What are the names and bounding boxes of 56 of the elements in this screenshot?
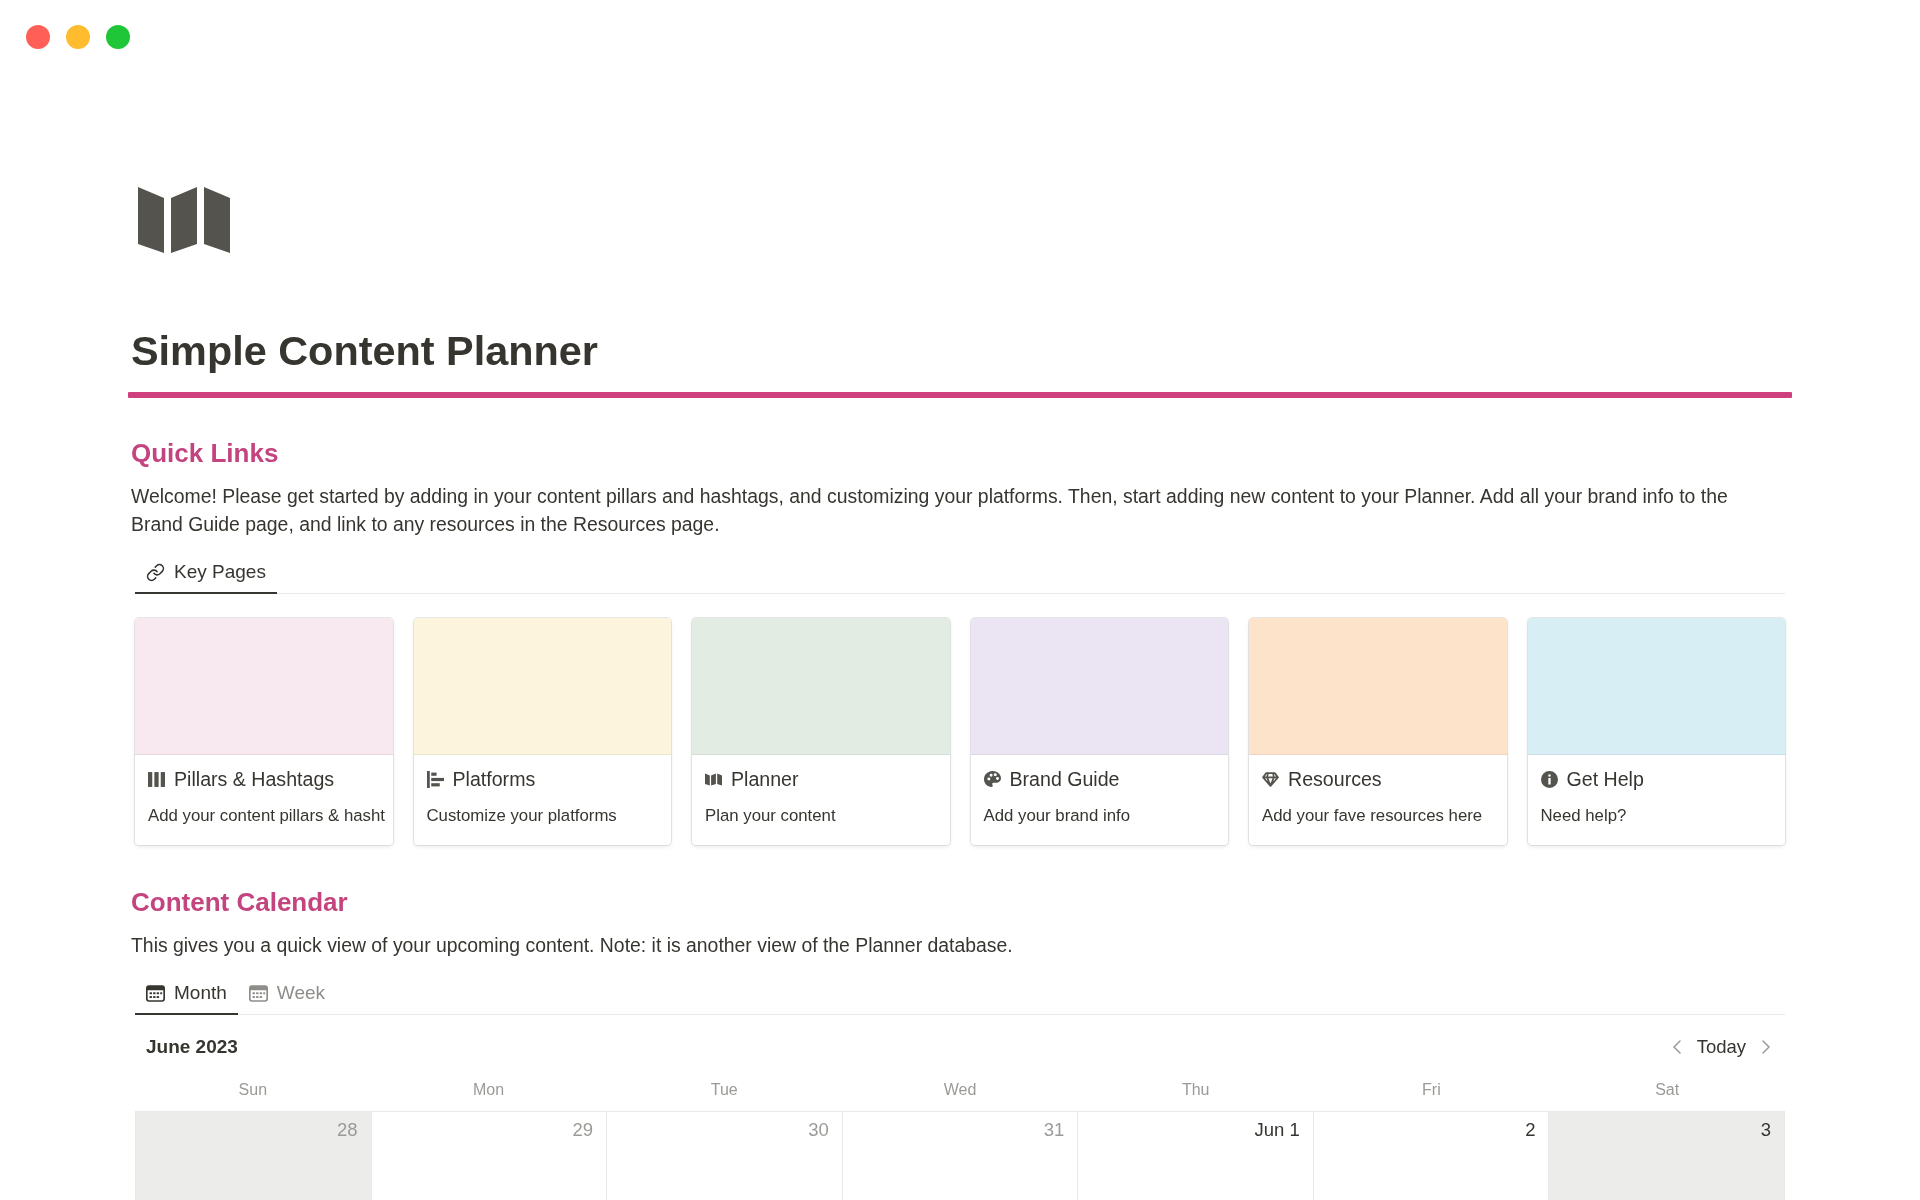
day-number: 28 xyxy=(337,1118,358,1142)
page-card[interactable]: Pillars & Hashtags Add your content pillars & hasht xyxy=(135,618,393,845)
card-description: Customize your platforms xyxy=(426,806,617,826)
weekday-label: Thu xyxy=(1181,1080,1210,1100)
weekday-label: Mon xyxy=(473,1080,505,1100)
today-button[interactable]: Today xyxy=(1686,1035,1756,1059)
card-description: Add your brand info xyxy=(983,806,1130,826)
card-title: Pillars & Hashtags xyxy=(174,767,335,791)
info-icon xyxy=(1540,770,1558,788)
card-title: Get Help xyxy=(1566,767,1644,791)
section-description: This gives you a quick view of your upcoming content. Note: it is another view of the Planner database. xyxy=(131,933,1013,958)
page-card[interactable]: Brand Guide Add your brand info xyxy=(970,618,1228,845)
calendar-icon xyxy=(248,983,268,1003)
palette-icon xyxy=(983,770,1001,788)
card-title: Planner xyxy=(731,767,799,791)
card-description: Plan your content xyxy=(705,806,836,826)
section-heading: Content Calendar xyxy=(131,886,348,919)
close-button[interactable] xyxy=(26,25,50,49)
day-number: 29 xyxy=(572,1118,594,1142)
card-title: Platforms xyxy=(452,767,536,791)
section-description: Welcome! Please get started by adding in your content pillars and hashtags, and customizing your platforms. Then, start adding new content to your Planner. Add all your brand info to the Brand Guide page, and link to any resources in the Resources page. xyxy=(131,484,1729,537)
day-number: 31 xyxy=(1043,1118,1065,1142)
chevron-right-icon xyxy=(1762,1040,1770,1054)
card-description: Need help? xyxy=(1540,806,1627,826)
minimize-button[interactable] xyxy=(66,25,90,49)
day-number: 3 xyxy=(1760,1118,1771,1142)
chevron-left-icon xyxy=(1672,1040,1681,1054)
section-heading: Quick Links xyxy=(131,437,279,470)
calendar-day-cell[interactable]: 3 xyxy=(1549,1112,1785,1200)
page-card[interactable]: Planner Plan your content xyxy=(692,618,950,845)
weekday-label: Wed xyxy=(943,1080,977,1100)
columns-icon xyxy=(148,770,165,788)
page-card[interactable]: Platforms Customize your platforms xyxy=(413,618,671,845)
view-tab[interactable]: Month xyxy=(135,973,238,1015)
page-card[interactable]: Get Help Need help? xyxy=(1527,618,1785,845)
weekday-label: Tue xyxy=(710,1080,738,1100)
weekday-label: Fri xyxy=(1422,1080,1441,1100)
link-icon xyxy=(146,562,165,582)
day-number: Jun 1 xyxy=(1254,1118,1300,1142)
card-description: Add your fave resources here xyxy=(1262,806,1483,826)
day-number: 2 xyxy=(1525,1118,1536,1142)
card-description: Add your content pillars & hasht xyxy=(148,806,385,826)
maximize-button[interactable] xyxy=(106,25,130,49)
card-title: Brand Guide xyxy=(1009,767,1120,791)
diamond-icon xyxy=(1262,770,1279,788)
calendar-icon xyxy=(146,983,165,1003)
page-title: Simple Content Planner xyxy=(131,327,598,376)
card-title: Resources xyxy=(1288,767,1382,791)
page-card[interactable]: Resources Add your fave resources here xyxy=(1249,618,1507,845)
day-number: 30 xyxy=(808,1118,829,1142)
view-tab[interactable]: Key Pages xyxy=(135,552,277,594)
bar-chart-icon xyxy=(426,770,444,788)
weekday-label: Sun xyxy=(238,1080,268,1100)
weekday-label: Sat xyxy=(1655,1080,1680,1100)
map-icon xyxy=(138,187,230,253)
month-label: June 2023 xyxy=(146,1035,238,1059)
